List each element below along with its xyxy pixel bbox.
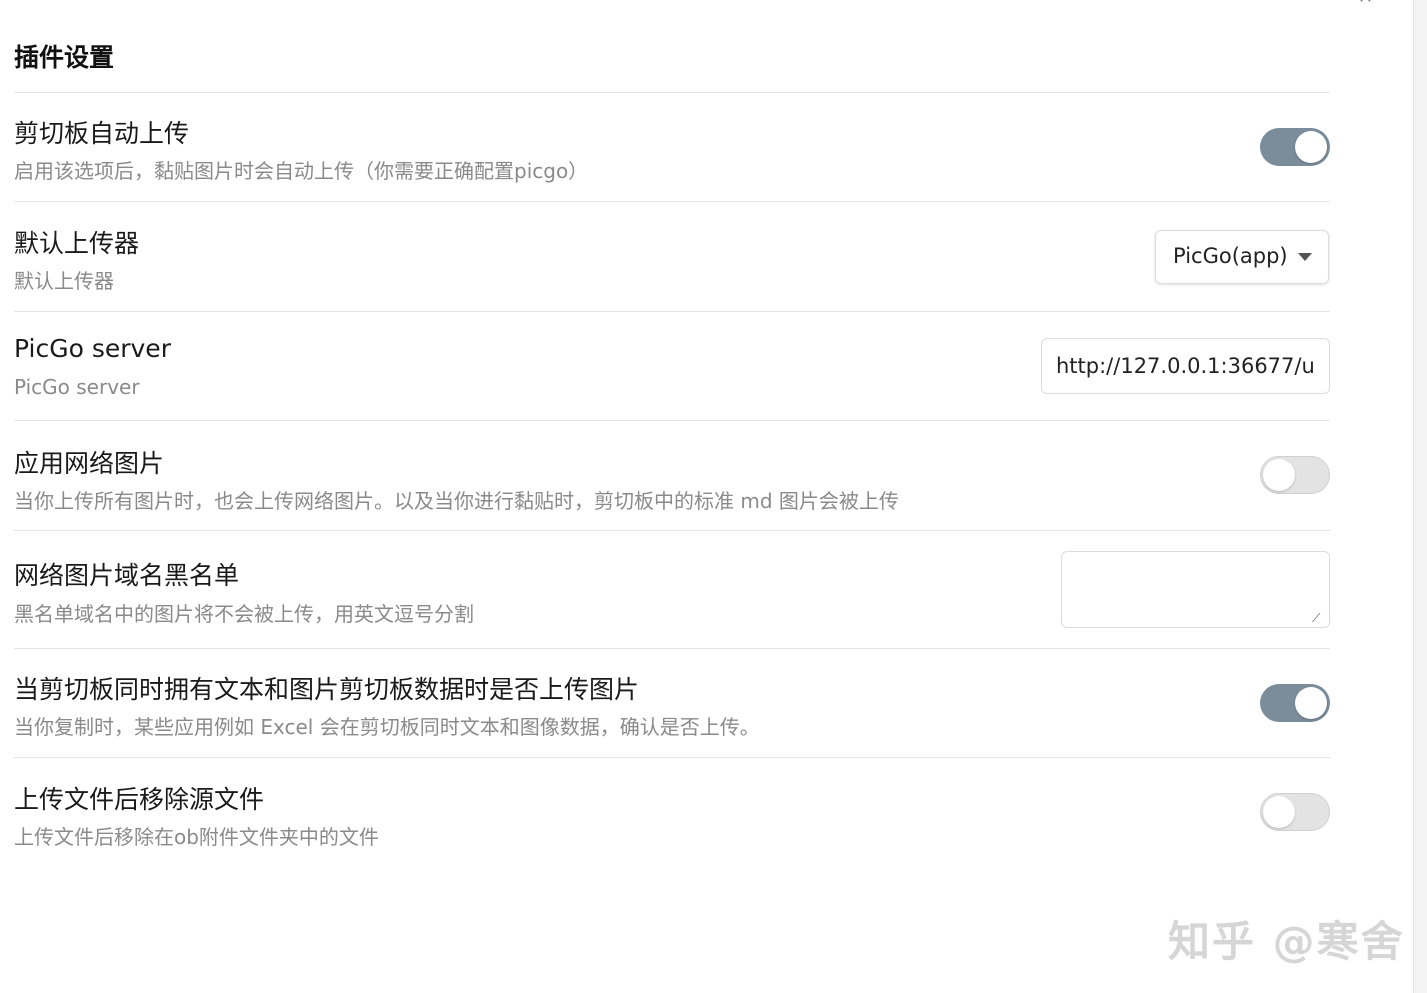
close-icon[interactable]: ✕ — [1358, 0, 1380, 7]
setting-name: 上传文件后移除源文件 — [14, 785, 265, 814]
toggle-knob — [1295, 131, 1327, 163]
toggle-knob — [1263, 459, 1295, 491]
setting-description: PicGo server — [14, 375, 140, 399]
picgo-server-input[interactable] — [1041, 338, 1330, 394]
setting-name: 网络图片域名黑名单 — [14, 561, 240, 590]
resize-handle-icon[interactable]: ⟋ — [1312, 611, 1326, 625]
setting-name: 默认上传器 — [14, 229, 140, 258]
default-uploader-select[interactable]: PicGo(app) — [1155, 230, 1329, 284]
toggle-knob — [1295, 687, 1327, 719]
divider — [14, 757, 1330, 758]
select-value: PicGo(app) — [1173, 244, 1288, 268]
apply-network-images-toggle[interactable] — [1260, 456, 1330, 494]
clipboard-auto-upload-toggle[interactable] — [1260, 128, 1330, 166]
setting-description: 当你上传所有图片时，也会上传网络图片。以及当你进行黏贴时，剪切板中的标准 md … — [14, 489, 899, 513]
domain-blacklist-textarea[interactable] — [1061, 551, 1330, 628]
setting-name: PicGo server — [14, 334, 171, 363]
remove-source-file-toggle[interactable] — [1260, 793, 1330, 831]
setting-name: 应用网络图片 — [14, 449, 165, 478]
setting-name: 剪切板自动上传 — [14, 119, 190, 148]
setting-name: 当剪切板同时拥有文本和图片剪切板数据时是否上传图片 — [14, 675, 640, 704]
divider — [14, 201, 1330, 202]
chevron-down-icon — [1298, 253, 1312, 261]
setting-description: 上传文件后移除在ob附件文件夹中的文件 — [14, 825, 379, 849]
upload-images-with-text-toggle[interactable] — [1260, 684, 1330, 722]
setting-description: 启用该选项后，黏贴图片时会自动上传（你需要正确配置picgo） — [14, 159, 589, 183]
divider — [14, 92, 1330, 93]
setting-description: 当你复制时，某些应用例如 Excel 会在剪切板同时文本和图像数据，确认是否上传… — [14, 715, 760, 739]
divider — [14, 420, 1330, 421]
page-title: 插件设置 — [14, 43, 115, 72]
divider — [14, 311, 1330, 312]
settings-page: ✕ 插件设置 剪切板自动上传 启用该选项后，黏贴图片时会自动上传（你需要正确配置… — [0, 0, 1427, 993]
watermark: 知乎 @寒舍 — [1168, 917, 1405, 966]
setting-description: 黑名单域名中的图片将不会被上传，用英文逗号分割 — [14, 602, 474, 626]
divider — [14, 530, 1330, 531]
divider — [14, 648, 1330, 649]
setting-description: 默认上传器 — [14, 269, 114, 293]
scrollbar[interactable] — [1413, 0, 1427, 993]
toggle-knob — [1263, 796, 1295, 828]
